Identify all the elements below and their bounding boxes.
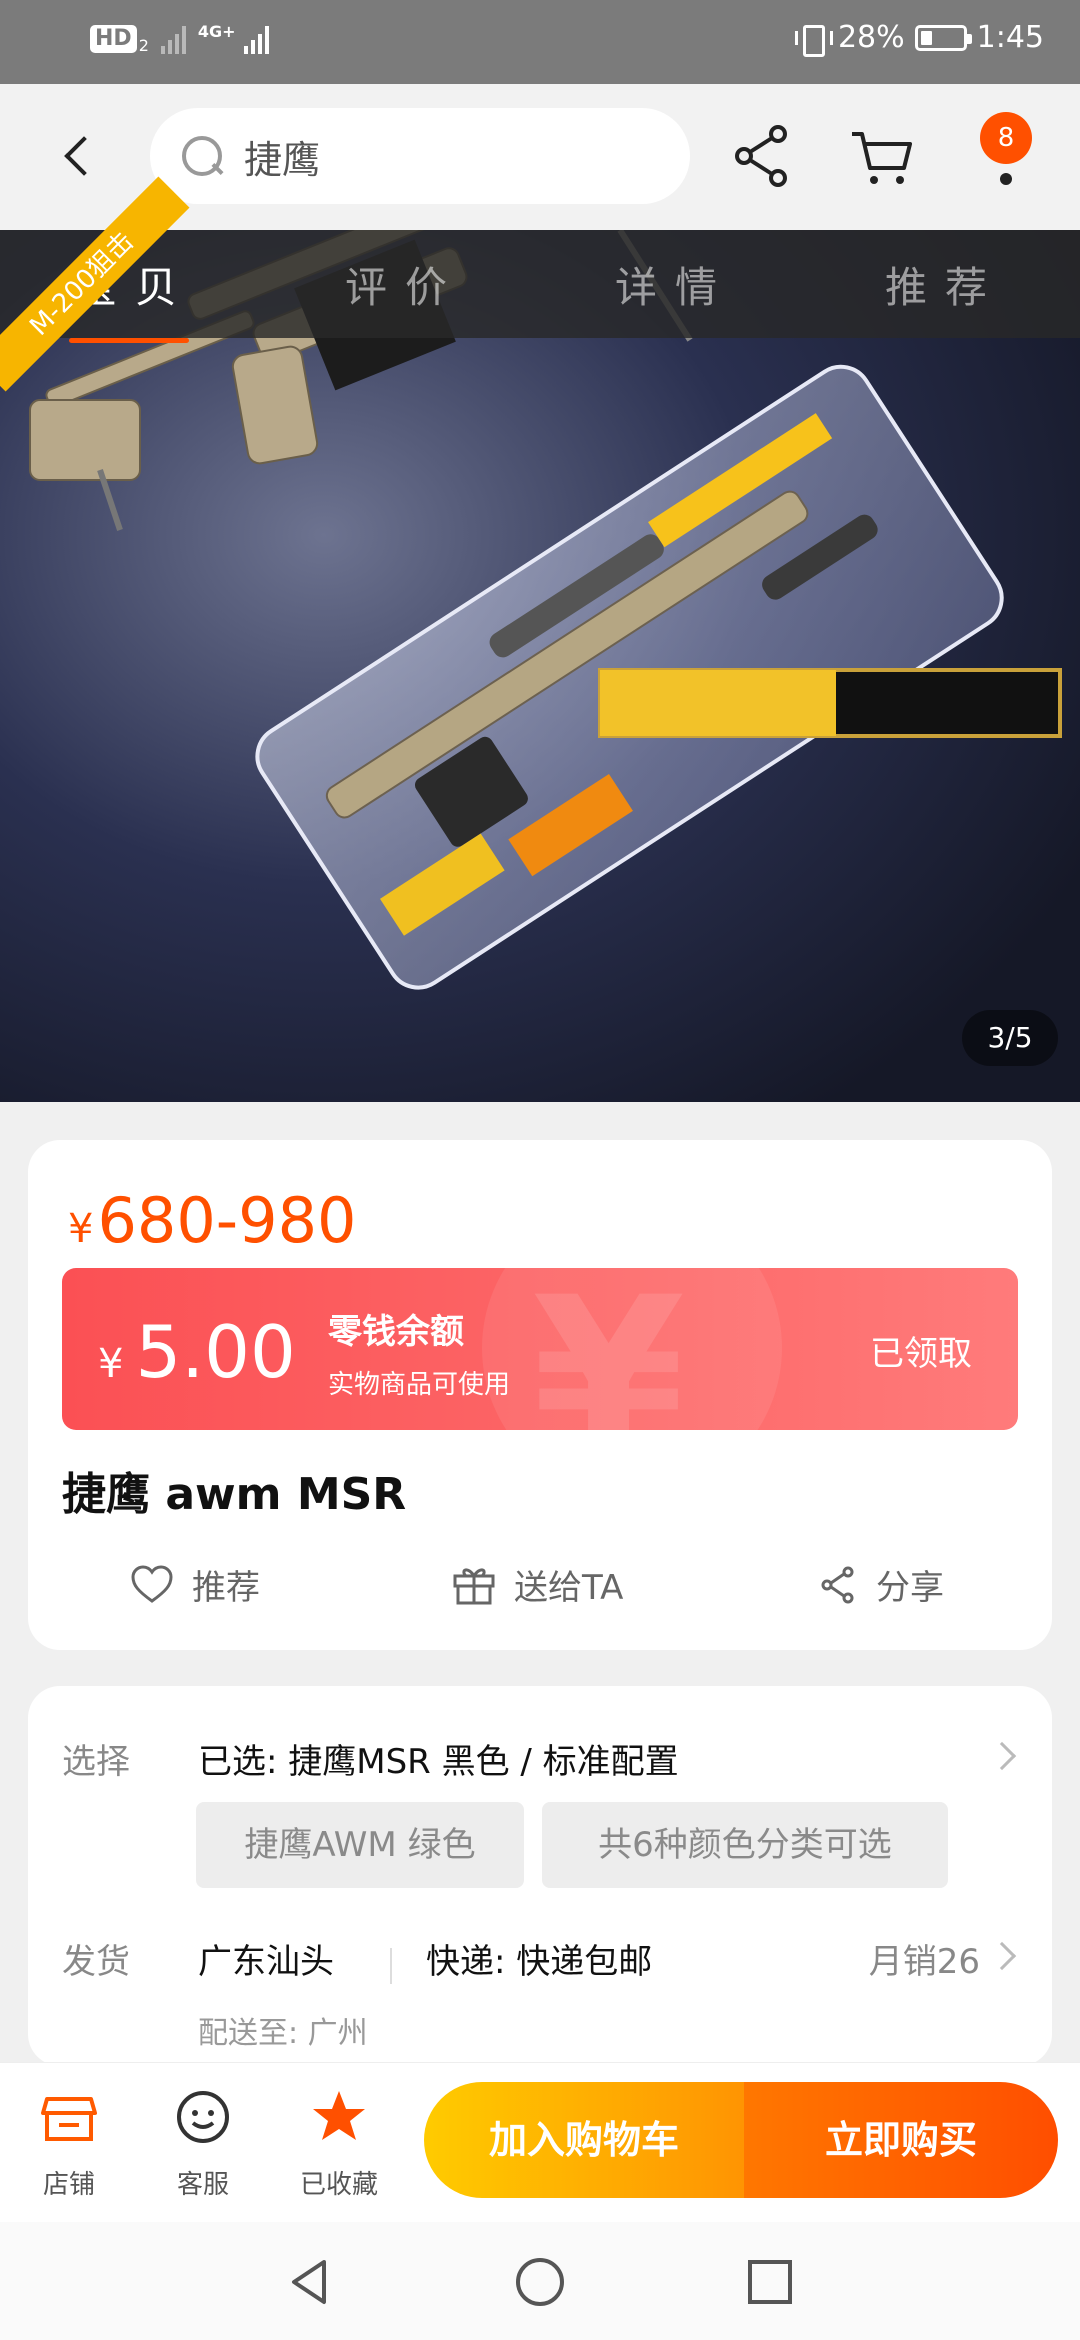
search-icon <box>180 134 224 178</box>
shipping-method: 快递: 快递包邮 <box>426 1942 653 1982</box>
nav-recents-icon[interactable] <box>742 2254 798 2310</box>
price-range: 680-980 <box>97 1184 357 1257</box>
coupon-banner[interactable]: ¥ ¥5.00 零钱余额 实物商品可使用 已领取 <box>62 1268 1018 1430</box>
section-tabs: 宝贝 评价 详情 推荐 <box>0 230 1080 343</box>
add-to-cart-button[interactable]: 加入购物车 <box>424 2082 744 2198</box>
share-icon[interactable] <box>726 120 798 192</box>
vibrate-icon <box>794 21 833 57</box>
coupon-subtitle: 实物商品可使用 <box>328 1370 511 1400</box>
hd-voice-icon: HD <box>90 24 137 53</box>
more-icon[interactable] <box>1000 173 1012 185</box>
system-nav-bar <box>0 2222 1080 2340</box>
search-input[interactable]: 捷鹰 <box>150 108 690 204</box>
favorite-button[interactable]: 已收藏 <box>284 2087 394 2201</box>
cart-badge[interactable]: 8 <box>980 112 1032 164</box>
gift-icon <box>453 1568 495 1604</box>
recommend-label: 推荐 <box>192 1568 260 1608</box>
search-query: 捷鹰 <box>244 137 321 182</box>
share-icon <box>821 1566 854 1603</box>
product-title: 捷鹰 awm MSR <box>62 1469 407 1520</box>
product-image[interactable] <box>0 230 1080 1102</box>
cart-icon[interactable] <box>846 120 918 192</box>
selected-spec[interactable]: 已选: 捷鹰MSR 黑色 / 标准配置 <box>198 1734 679 1783</box>
monthly-sales: 月销26 <box>868 1942 980 1982</box>
options-card: 选择 已选: 捷鹰MSR 黑色 / 标准配置 捷鹰AWM 绿色 共6种颜色分类可… <box>28 1686 1052 2066</box>
coupon-value: 5.00 <box>135 1310 296 1394</box>
share-label: 分享 <box>876 1568 944 1608</box>
deliver-to[interactable]: 配送至: 广州 <box>198 2008 368 2052</box>
coupon-title: 零钱余额 <box>328 1312 464 1352</box>
back-button[interactable] <box>44 120 116 192</box>
image-counter: 3/5 <box>962 1010 1058 1066</box>
battery-icon <box>914 24 972 51</box>
tab-recommend[interactable]: 推荐 <box>855 254 1035 315</box>
store-button[interactable]: 店铺 <box>14 2087 124 2201</box>
coupon-claimed-button[interactable]: 已领取 <box>870 1326 972 1375</box>
divider <box>390 1948 392 1984</box>
star-icon <box>313 2091 365 2140</box>
battery-percent: 28% <box>837 20 905 55</box>
price-card: ¥680-980 ¥ ¥5.00 零钱余额 实物商品可使用 已领取 捷鹰 awm… <box>28 1140 1052 1650</box>
spec-chip[interactable]: 捷鹰AWM 绿色 <box>196 1802 524 1888</box>
network-type: 4G+ <box>197 22 236 41</box>
coupon-amount: ¥5.00 <box>98 1310 296 1394</box>
buy-now-button[interactable]: 立即购买 <box>744 2082 1058 2198</box>
action-row: 推荐 送给TA 分享 <box>28 1560 1052 1620</box>
hd-sim-index: 2 <box>138 36 149 55</box>
chevron-right-icon[interactable] <box>987 1941 1017 1971</box>
tab-reviews[interactable]: 评价 <box>315 254 495 315</box>
ship-from: 广东汕头 <box>198 1942 334 1982</box>
nav-home-icon[interactable] <box>512 2254 568 2310</box>
select-label: 选择 <box>62 1742 130 1782</box>
store-label: 店铺 <box>42 2170 95 2200</box>
coupon-watermark-icon: ¥ <box>532 1268 686 1430</box>
chevron-right-icon[interactable] <box>987 1741 1017 1771</box>
clock: 1:45 <box>976 20 1044 55</box>
ship-label: 发货 <box>62 1942 130 1982</box>
customer-service-icon <box>177 2091 229 2143</box>
status-bar: HD 2 4G+ 28% 1:45 <box>0 0 1080 84</box>
coupon-currency: ¥ <box>98 1341 124 1387</box>
spec-count-chip[interactable]: 共6种颜色分类可选 <box>542 1802 948 1888</box>
heart-icon <box>131 1564 173 1603</box>
customer-service-button[interactable]: 客服 <box>148 2087 258 2201</box>
product-photo <box>0 230 1080 1102</box>
recommend-button[interactable]: 推荐 <box>130 1560 260 1609</box>
signal-sim2-icon <box>243 24 269 54</box>
signal-sim1-icon <box>160 24 186 54</box>
gift-label: 送给TA <box>514 1568 624 1608</box>
service-label: 客服 <box>176 2170 229 2200</box>
store-icon <box>41 2097 97 2141</box>
gift-button[interactable]: 送给TA <box>452 1560 623 1609</box>
tab-details[interactable]: 详情 <box>585 254 765 315</box>
share-button[interactable]: 分享 <box>818 1560 944 1609</box>
favorite-label: 已收藏 <box>299 2170 378 2200</box>
nav-back-icon[interactable] <box>282 2254 338 2310</box>
battery-fill <box>920 30 932 45</box>
price-currency: ¥ <box>68 1206 94 1252</box>
price: ¥680-980 <box>68 1184 357 1257</box>
